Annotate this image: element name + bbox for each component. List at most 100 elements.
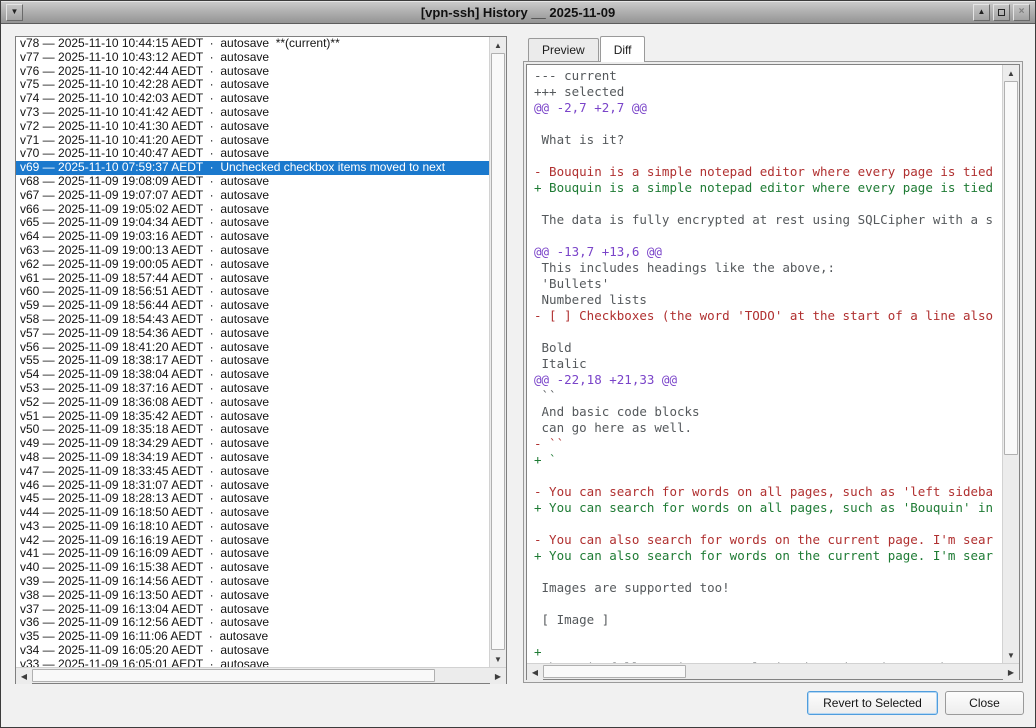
list-item[interactable]: v62 — 2025-11-09 19:00:05 AEDT · autosav… bbox=[16, 258, 489, 272]
list-item[interactable]: v57 — 2025-11-09 18:54:36 AEDT · autosav… bbox=[16, 327, 489, 341]
scroll-left-arrow-icon[interactable]: ◀ bbox=[527, 664, 543, 680]
list-vertical-scrollbar[interactable]: ▲ ▼ bbox=[489, 37, 506, 667]
list-item[interactable]: v52 — 2025-11-09 18:36:08 AEDT · autosav… bbox=[16, 396, 489, 410]
diff-line: - You can also search for words on the c… bbox=[534, 532, 1002, 548]
list-item[interactable]: v76 — 2025-11-10 10:42:44 AEDT · autosav… bbox=[16, 65, 489, 79]
shade-button[interactable]: ▲ bbox=[973, 4, 990, 21]
tab-preview[interactable]: Preview bbox=[528, 38, 599, 61]
revert-to-selected-button[interactable]: Revert to Selected bbox=[807, 691, 938, 715]
list-item[interactable]: v72 — 2025-11-10 10:41:30 AEDT · autosav… bbox=[16, 120, 489, 134]
preview-diff-tabs: Preview Diff bbox=[528, 38, 646, 61]
diff-line bbox=[534, 196, 1002, 212]
list-item[interactable]: v64 — 2025-11-09 19:03:16 AEDT · autosav… bbox=[16, 230, 489, 244]
version-list[interactable]: v78 — 2025-11-10 10:44:15 AEDT · autosav… bbox=[16, 37, 489, 667]
list-item[interactable]: v78 — 2025-11-10 10:44:15 AEDT · autosav… bbox=[16, 37, 489, 51]
diff-text: --- current+++ selected@@ -2,7 +2,7 @@ W… bbox=[527, 65, 1002, 663]
close-icon: × bbox=[1019, 7, 1025, 17]
list-item[interactable]: v42 — 2025-11-09 16:16:19 AEDT · autosav… bbox=[16, 534, 489, 548]
diff-line: [ Image ] bbox=[534, 612, 1002, 628]
tab-diff[interactable]: Diff bbox=[600, 36, 646, 62]
history-window: ▼ [vpn-ssh] History __ 2025-11-09 ▲ × v7… bbox=[0, 0, 1036, 728]
list-item[interactable]: v37 — 2025-11-09 16:13:04 AEDT · autosav… bbox=[16, 603, 489, 617]
diff-line: + Bouquin is a simple notepad editor whe… bbox=[534, 180, 1002, 196]
list-item[interactable]: v36 — 2025-11-09 16:12:56 AEDT · autosav… bbox=[16, 616, 489, 630]
diff-line: + You can also search for words on the c… bbox=[534, 548, 1002, 564]
list-item[interactable]: v47 — 2025-11-09 18:33:45 AEDT · autosav… bbox=[16, 465, 489, 479]
list-item[interactable]: v73 — 2025-11-10 10:41:42 AEDT · autosav… bbox=[16, 106, 489, 120]
close-button[interactable]: Close bbox=[945, 691, 1024, 715]
diff-horizontal-scrollbar[interactable]: ◀ ▶ bbox=[527, 663, 1019, 679]
list-item[interactable]: v65 — 2025-11-09 19:04:34 AEDT · autosav… bbox=[16, 216, 489, 230]
list-item[interactable]: v51 — 2025-11-09 18:35:42 AEDT · autosav… bbox=[16, 410, 489, 424]
window-title: [vpn-ssh] History __ 2025-11-09 bbox=[1, 5, 1035, 20]
list-item[interactable]: v74 — 2025-11-10 10:42:03 AEDT · autosav… bbox=[16, 92, 489, 106]
list-item[interactable]: v59 — 2025-11-09 18:56:44 AEDT · autosav… bbox=[16, 299, 489, 313]
list-item[interactable]: v38 — 2025-11-09 16:13:50 AEDT · autosav… bbox=[16, 589, 489, 603]
list-item[interactable]: v44 — 2025-11-09 16:18:50 AEDT · autosav… bbox=[16, 506, 489, 520]
diff-line: This includes headings like the above,: bbox=[534, 260, 1002, 276]
scroll-left-arrow-icon[interactable]: ◀ bbox=[16, 668, 32, 684]
diff-line bbox=[534, 228, 1002, 244]
diff-line: - You can search for words on all pages,… bbox=[534, 484, 1002, 500]
diff-line: + bbox=[534, 644, 1002, 660]
list-item[interactable]: v48 — 2025-11-09 18:34:19 AEDT · autosav… bbox=[16, 451, 489, 465]
maximize-button[interactable] bbox=[993, 4, 1010, 21]
shade-icon: ▲ bbox=[978, 8, 986, 16]
list-item[interactable]: v69 — 2025-11-10 07:59:37 AEDT · Uncheck… bbox=[16, 161, 489, 175]
scroll-down-arrow-icon[interactable]: ▼ bbox=[490, 651, 506, 667]
list-item[interactable]: v46 — 2025-11-09 18:31:07 AEDT · autosav… bbox=[16, 479, 489, 493]
diff-line: + You can search for words on all pages,… bbox=[534, 500, 1002, 516]
list-item[interactable]: v71 — 2025-11-10 10:41:20 AEDT · autosav… bbox=[16, 134, 489, 148]
diff-line: Numbered lists bbox=[534, 292, 1002, 308]
window-menu-button[interactable]: ▼ bbox=[6, 4, 23, 21]
diff-line: --- current bbox=[534, 68, 1002, 84]
list-item[interactable]: v43 — 2025-11-09 16:18:10 AEDT · autosav… bbox=[16, 520, 489, 534]
list-item[interactable]: v54 — 2025-11-09 18:38:04 AEDT · autosav… bbox=[16, 368, 489, 382]
list-item[interactable]: v61 — 2025-11-09 18:57:44 AEDT · autosav… bbox=[16, 272, 489, 286]
list-item[interactable]: v35 — 2025-11-09 16:11:06 AEDT · autosav… bbox=[16, 630, 489, 644]
list-item[interactable]: v40 — 2025-11-09 16:15:38 AEDT · autosav… bbox=[16, 561, 489, 575]
list-item[interactable]: v66 — 2025-11-09 19:05:02 AEDT · autosav… bbox=[16, 203, 489, 217]
close-window-button[interactable]: × bbox=[1013, 4, 1030, 21]
list-item[interactable]: v68 — 2025-11-09 19:08:09 AEDT · autosav… bbox=[16, 175, 489, 189]
diff-line: 'Bullets' bbox=[534, 276, 1002, 292]
list-item[interactable]: v67 — 2025-11-09 19:07:07 AEDT · autosav… bbox=[16, 189, 489, 203]
list-item[interactable]: v60 — 2025-11-09 18:56:51 AEDT · autosav… bbox=[16, 285, 489, 299]
list-item[interactable]: v75 — 2025-11-10 10:42:28 AEDT · autosav… bbox=[16, 78, 489, 92]
diff-line bbox=[534, 116, 1002, 132]
list-item[interactable]: v50 — 2025-11-09 18:35:18 AEDT · autosav… bbox=[16, 423, 489, 437]
diff-vscroll-thumb[interactable] bbox=[1004, 81, 1018, 455]
list-hscroll-thumb[interactable] bbox=[32, 669, 435, 682]
list-item[interactable]: v41 — 2025-11-09 16:16:09 AEDT · autosav… bbox=[16, 547, 489, 561]
diff-line bbox=[534, 324, 1002, 340]
diff-line: - `` bbox=[534, 436, 1002, 452]
scroll-right-arrow-icon[interactable]: ▶ bbox=[490, 668, 506, 684]
list-item[interactable]: v45 — 2025-11-09 18:28:13 AEDT · autosav… bbox=[16, 492, 489, 506]
list-item[interactable]: v33 — 2025-11-09 16:05:01 AEDT · autosav… bbox=[16, 658, 489, 667]
list-item[interactable]: v56 — 2025-11-09 18:41:20 AEDT · autosav… bbox=[16, 341, 489, 355]
diff-line: @@ -13,7 +13,6 @@ bbox=[534, 244, 1002, 260]
diff-line: @@ -22,18 +21,33 @@ bbox=[534, 372, 1002, 388]
diff-line: What is it? bbox=[534, 132, 1002, 148]
list-item[interactable]: v63 — 2025-11-09 19:00:13 AEDT · autosav… bbox=[16, 244, 489, 258]
scroll-down-arrow-icon[interactable]: ▼ bbox=[1003, 647, 1019, 663]
list-item[interactable]: v58 — 2025-11-09 18:54:43 AEDT · autosav… bbox=[16, 313, 489, 327]
scroll-up-arrow-icon[interactable]: ▲ bbox=[490, 37, 506, 53]
list-item[interactable]: v53 — 2025-11-09 18:37:16 AEDT · autosav… bbox=[16, 382, 489, 396]
diff-line: - Bouquin is a simple notepad editor whe… bbox=[534, 164, 1002, 180]
list-vscroll-thumb[interactable] bbox=[491, 53, 505, 650]
list-item[interactable]: v34 — 2025-11-09 16:05:20 AEDT · autosav… bbox=[16, 644, 489, 658]
list-horizontal-scrollbar[interactable]: ◀ ▶ bbox=[16, 667, 506, 683]
diff-line bbox=[534, 596, 1002, 612]
title-bar: ▼ [vpn-ssh] History __ 2025-11-09 ▲ × bbox=[1, 1, 1035, 24]
diff-vertical-scrollbar[interactable]: ▲ ▼ bbox=[1002, 65, 1019, 663]
list-item[interactable]: v49 — 2025-11-09 18:34:29 AEDT · autosav… bbox=[16, 437, 489, 451]
diff-hscroll-thumb[interactable] bbox=[543, 665, 686, 678]
diff-line bbox=[534, 564, 1002, 580]
list-item[interactable]: v77 — 2025-11-10 10:43:12 AEDT · autosav… bbox=[16, 51, 489, 65]
list-item[interactable]: v70 — 2025-11-10 10:40:47 AEDT · autosav… bbox=[16, 147, 489, 161]
scroll-up-arrow-icon[interactable]: ▲ bbox=[1003, 65, 1019, 81]
list-item[interactable]: v55 — 2025-11-09 18:38:17 AEDT · autosav… bbox=[16, 354, 489, 368]
list-item[interactable]: v39 — 2025-11-09 16:14:56 AEDT · autosav… bbox=[16, 575, 489, 589]
scroll-right-arrow-icon[interactable]: ▶ bbox=[1003, 664, 1019, 680]
